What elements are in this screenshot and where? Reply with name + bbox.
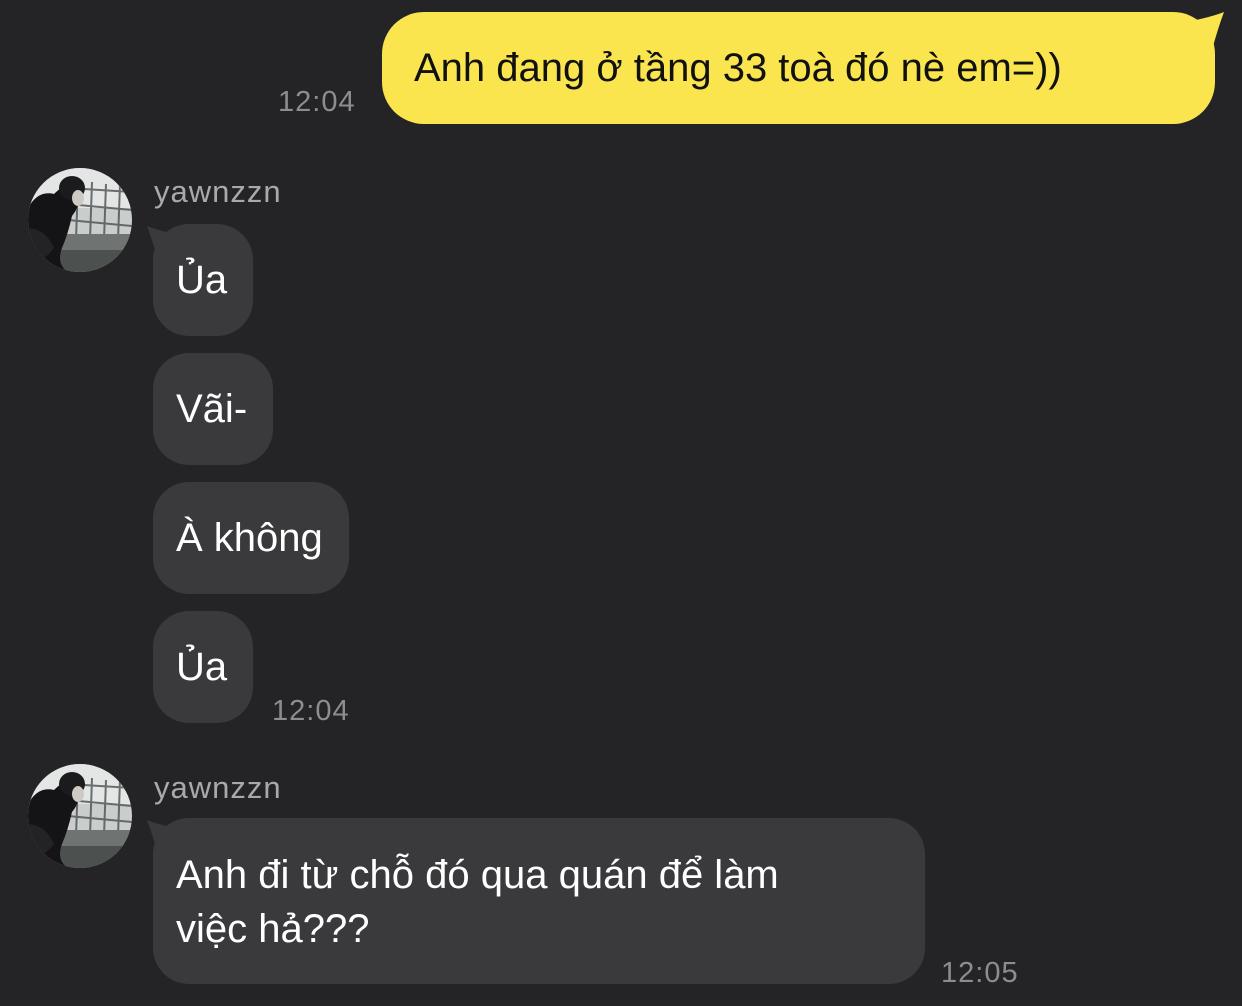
incoming-message-text: À không: [176, 515, 323, 560]
avatar[interactable]: [28, 168, 132, 272]
sender-name: yawnzzn: [154, 770, 282, 805]
outgoing-bubble-tail: [1196, 12, 1224, 50]
incoming-timestamp: 12:05: [941, 957, 1019, 989]
avatar[interactable]: [28, 764, 132, 868]
incoming-message-text: Ủa: [176, 644, 228, 689]
sender-name: yawnzzn: [154, 174, 282, 209]
incoming-message-bubble[interactable]: Anh đi từ chỗ đó qua quán để làm việc hả…: [153, 818, 925, 984]
outgoing-message-text: Anh đang ở tầng 33 toà đó nè em=)): [414, 45, 1062, 90]
incoming-message-text: Vãi-: [176, 386, 248, 431]
incoming-message-text: Ủa: [176, 257, 228, 302]
incoming-message-bubble[interactable]: Ủa: [153, 611, 254, 723]
incoming-message-bubble[interactable]: Ủa: [153, 224, 254, 336]
incoming-message-text-line: Anh đi từ chỗ đó qua quán để làm: [176, 853, 779, 897]
avatar-photo-icon: [28, 168, 132, 272]
outgoing-timestamp: 12:04: [278, 86, 356, 118]
incoming-timestamp: 12:04: [272, 695, 350, 727]
incoming-message-text-line: việc hả???: [176, 907, 370, 951]
outgoing-message-bubble[interactable]: Anh đang ở tầng 33 toà đó nè em=)): [382, 12, 1215, 124]
avatar-photo-icon: [28, 764, 132, 868]
incoming-message-bubble[interactable]: À không: [153, 482, 349, 594]
incoming-message-bubble[interactable]: Vãi-: [153, 353, 274, 465]
